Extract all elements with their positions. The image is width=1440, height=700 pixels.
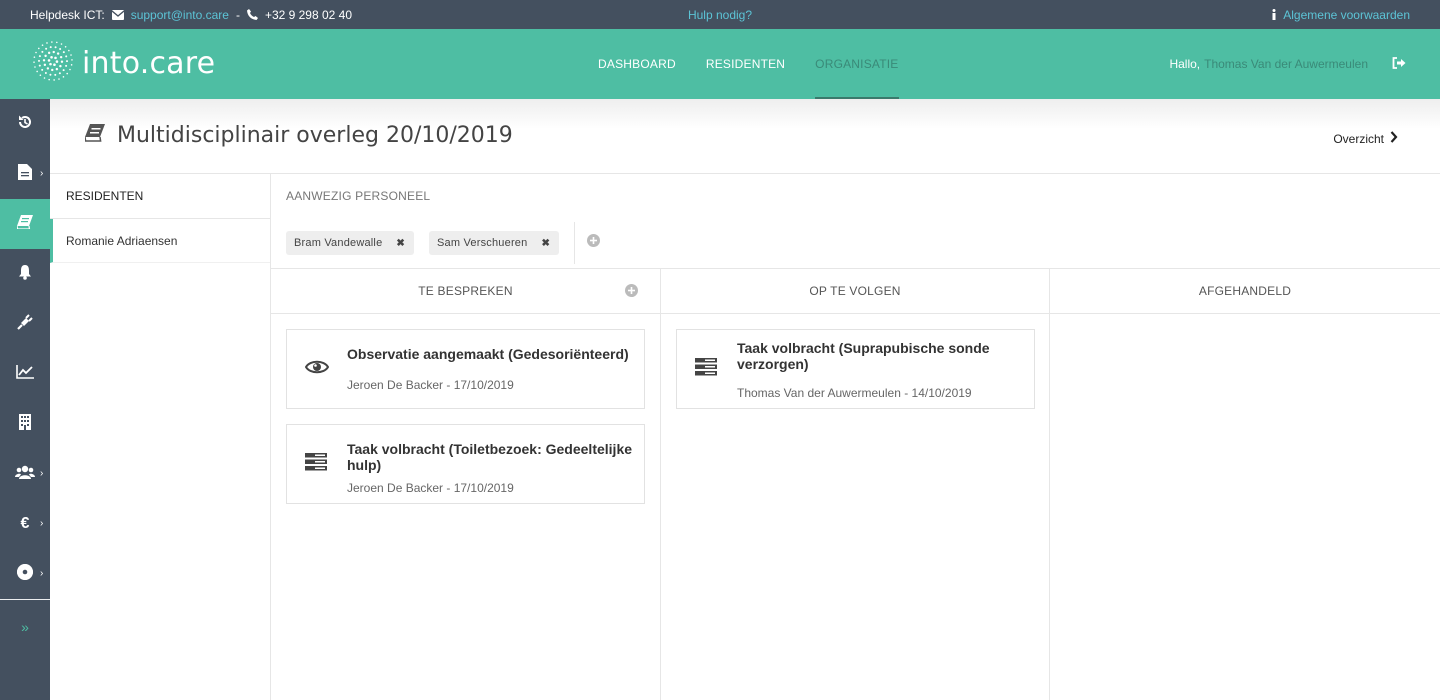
logo-text: into.care — [82, 45, 216, 81]
add-staff-button[interactable] — [587, 234, 601, 252]
plus-circle-icon — [587, 234, 601, 252]
history-icon — [17, 114, 33, 135]
double-chevron-right-icon: » — [21, 619, 29, 635]
board-card[interactable]: Taak volbracht (Suprapubische sonde verz… — [676, 329, 1035, 409]
rail-finance[interactable]: € › — [0, 499, 50, 549]
remove-staff-button[interactable]: ✖ — [541, 238, 550, 249]
card-meta: Thomas Van der Auwermeulen - 14/10/2019 — [737, 386, 972, 400]
discussion-board: TE BESPREKEN Observatie aangemaakt (Gede… — [271, 269, 1440, 700]
remove-staff-button[interactable]: ✖ — [396, 238, 405, 249]
column-title: OP TE VOLGEN — [809, 284, 901, 298]
staff-chip: Bram Vandewalle ✖ — [286, 231, 414, 255]
logout-icon[interactable] — [1392, 56, 1406, 72]
chevron-right-icon: › — [40, 468, 44, 479]
overview-label: Overzicht — [1333, 131, 1384, 146]
nav-dashboard[interactable]: DASHBOARD — [598, 29, 676, 99]
card-meta: Jeroen De Backer - 17/10/2019 — [347, 378, 514, 392]
chart-line-icon — [16, 364, 34, 384]
rail-settings[interactable]: › — [0, 549, 50, 599]
euro-icon: € — [20, 515, 30, 532]
page-heading: Multidisciplinair overleg 20/10/2019 Ove… — [50, 99, 1440, 174]
rail-statistics[interactable] — [0, 349, 50, 399]
help-link[interactable]: Hulp nodig? — [688, 8, 752, 22]
main-header: into.care DASHBOARD RESIDENTEN ORGANISAT… — [0, 29, 1440, 99]
file-icon — [18, 163, 32, 185]
column-header: TE BESPREKEN — [271, 269, 660, 314]
book-icon — [16, 214, 33, 234]
add-item-button[interactable] — [625, 284, 638, 300]
bell-icon — [18, 264, 32, 285]
staff-chip: Sam Verschueren ✖ — [429, 231, 560, 255]
staff-section: AANWEZIG PERSONEEL Bram Vandewalle ✖ Sam… — [271, 174, 1440, 269]
page-title: Multidisciplinair overleg 20/10/2019 — [84, 123, 513, 148]
helpdesk-label: Helpdesk ICT: — [30, 7, 105, 22]
rail-history[interactable] — [0, 99, 50, 149]
expand-sidebar-button[interactable]: » — [0, 607, 50, 647]
resident-item[interactable]: Romanie Adriaensen — [50, 219, 270, 263]
building-icon — [19, 413, 31, 435]
terms-link[interactable]: Algemene voorwaarden — [1283, 8, 1410, 22]
staff-label: AANWEZIG PERSONEEL — [286, 189, 431, 203]
logo[interactable]: into.care — [30, 39, 215, 87]
plug-icon — [17, 313, 33, 335]
column-title: AFGEHANDELD — [1198, 284, 1292, 298]
users-icon — [15, 465, 35, 484]
staff-chip-name: Bram Vandewalle — [294, 237, 383, 249]
card-title: Taak volbracht (Toiletbezoek: Gedeelteli… — [347, 441, 633, 473]
nav-residenten[interactable]: RESIDENTEN — [706, 29, 785, 99]
chevron-right-icon: › — [40, 168, 44, 179]
main-nav: DASHBOARD RESIDENTEN ORGANISATIE — [598, 29, 929, 99]
rail-users[interactable]: › — [0, 449, 50, 499]
residents-header: RESIDENTEN — [50, 174, 270, 219]
board-card[interactable]: Observatie aangemaakt (Gedesoriënteerd) … — [286, 329, 645, 409]
phone-icon — [246, 9, 258, 20]
card-title: Observatie aangemaakt (Gedesoriënteerd) — [347, 346, 629, 362]
column-header: OP TE VOLGEN — [661, 269, 1049, 314]
envelope-icon — [111, 9, 124, 20]
column-afgehandeld: AFGEHANDELD — [1050, 269, 1440, 700]
info-bar: Helpdesk ICT: support@into.care - +32 9 … — [0, 0, 1440, 29]
nav-organisatie[interactable]: ORGANISATIE — [815, 29, 899, 99]
card-title: Taak volbracht (Suprapubische sonde verz… — [737, 340, 990, 372]
user-name-link[interactable]: Thomas Van der Auwermeulen — [1204, 57, 1368, 71]
chevron-right-icon: › — [40, 518, 44, 529]
card-meta: Jeroen De Backer - 17/10/2019 — [347, 481, 514, 495]
gear-icon — [17, 563, 33, 585]
rail-divider — [0, 599, 50, 600]
separator: - — [235, 7, 240, 22]
overview-link[interactable]: Overzicht — [1333, 131, 1398, 146]
staff-chip-name: Sam Verschueren — [437, 237, 528, 249]
side-rail: › › € › › » — [0, 99, 50, 700]
user-menu: Hallo, Thomas Van der Auwermeulen — [1169, 29, 1406, 99]
greeting: Hallo, — [1169, 57, 1201, 71]
column-header: AFGEHANDELD — [1050, 269, 1440, 314]
helpdesk-phone: +32 9 298 02 40 — [264, 7, 353, 22]
rail-building[interactable] — [0, 399, 50, 449]
page-title-text: Multidisciplinair overleg 20/10/2019 — [117, 123, 513, 148]
rail-documents[interactable]: › — [0, 149, 50, 199]
residents-panel: RESIDENTEN Romanie Adriaensen — [50, 174, 271, 700]
tasks-icon — [695, 358, 719, 381]
rail-tools[interactable] — [0, 299, 50, 349]
column-op-te-volgen: OP TE VOLGEN Taak volbracht (Suprapubisc… — [661, 269, 1050, 700]
column-te-bespreken: TE BESPREKEN Observatie aangemaakt (Gede… — [271, 269, 661, 700]
logo-mark-icon — [30, 38, 76, 89]
chevron-right-icon: › — [40, 568, 44, 579]
helpdesk-info: Helpdesk ICT: support@into.care - +32 9 … — [30, 0, 352, 29]
staff-chips: Bram Vandewalle ✖ Sam Verschueren ✖ — [286, 222, 601, 264]
chevron-right-icon — [1390, 131, 1398, 146]
rail-notifications[interactable] — [0, 249, 50, 299]
book-icon — [84, 123, 105, 148]
eye-icon — [304, 358, 330, 381]
rail-meeting[interactable] — [0, 199, 50, 249]
board-card[interactable]: Taak volbracht (Toiletbezoek: Gedeelteli… — [286, 424, 645, 504]
support-email-link[interactable]: support@into.care — [131, 8, 229, 22]
column-title: TE BESPREKEN — [418, 284, 513, 298]
tasks-icon — [305, 453, 329, 476]
info-icon — [1271, 9, 1277, 20]
